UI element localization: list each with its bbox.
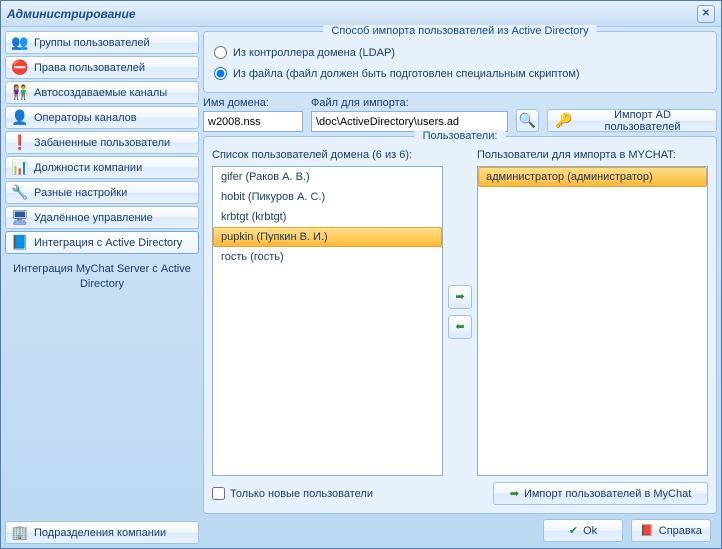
building-icon: 🏢 bbox=[12, 525, 28, 541]
footer-buttons: ✔ Ok 📕 Справка bbox=[543, 519, 711, 542]
radio-file[interactable]: Из файла (файл должен быть подготовлен с… bbox=[212, 63, 708, 84]
wrench-icon: 🔧 bbox=[12, 185, 28, 201]
book-icon: 📕 bbox=[640, 524, 654, 537]
radio-label: Из файла (файл должен быть подготовлен с… bbox=[233, 68, 580, 80]
sidebar-item-autochannels[interactable]: 👫 Автосоздаваемые каналы bbox=[5, 81, 199, 104]
people-icon: 👫 bbox=[12, 85, 28, 101]
sidebar-item-label: Интеграция с Active Directory bbox=[34, 237, 182, 249]
import-users-column: Пользователи для импорта в MYCHAT: админ… bbox=[477, 147, 708, 476]
sidebar-item-ad[interactable]: 📘 Интеграция с Active Directory bbox=[5, 231, 199, 254]
sidebar-item-rights[interactable]: ⛔ Права пользователей bbox=[5, 56, 199, 79]
browse-button[interactable]: 🔍 bbox=[516, 109, 539, 132]
list-item[interactable]: krbtgt (krbtgt) bbox=[213, 207, 442, 227]
sidebar-item-departments[interactable]: 🏢 Подразделения компании bbox=[5, 521, 199, 544]
ok-button[interactable]: ✔ Ok bbox=[543, 519, 623, 542]
sidebar: 👥 Группы пользователей ⛔ Права пользовател… bbox=[5, 31, 199, 544]
main-panel: Способ импорта пользователей из Active D… bbox=[203, 31, 717, 544]
titlebar: Администрирование ✕ bbox=[1, 1, 721, 27]
sidebar-item-label: Подразделения компании bbox=[34, 527, 166, 539]
group-title: Пользователи: bbox=[415, 130, 506, 142]
sidebar-item-label: Должности компании bbox=[34, 162, 142, 174]
arrow-right-icon: ➡ bbox=[455, 290, 464, 303]
group-title: Способ импорта пользователей из Active D… bbox=[323, 25, 596, 37]
sidebar-description: Интеграция MyChat Server с Active Direct… bbox=[5, 256, 199, 299]
sidebar-item-operators[interactable]: 👤 Операторы каналов bbox=[5, 106, 199, 129]
domain-users-list[interactable]: gifer (Раков А. В.)hobit (Пикуров А. С.)… bbox=[212, 166, 443, 476]
radio-ldap-input[interactable] bbox=[214, 46, 227, 59]
fields-row: Имя домена: Файл для импорта: 🔍 🔑 Импорт … bbox=[203, 97, 717, 132]
users-group: Пользователи: Список пользователей домен… bbox=[203, 136, 717, 514]
arrow-column: ➡ ⬅ bbox=[447, 147, 473, 476]
only-new-input[interactable] bbox=[212, 487, 225, 500]
arrow-left-icon: ⬅ bbox=[455, 320, 464, 333]
list-item[interactable]: hobit (Пикуров А. С.) bbox=[213, 187, 442, 207]
sidebar-item-groups[interactable]: 👥 Группы пользователей bbox=[5, 31, 199, 54]
list-title-left: Список пользователей домена (6 из 6): bbox=[212, 147, 443, 163]
button-label: Ok bbox=[583, 525, 597, 537]
monitor-icon: 🖥 bbox=[12, 210, 28, 226]
arrow-right-icon: ➡ bbox=[510, 487, 519, 500]
button-label: Импорт AD пользователей bbox=[577, 109, 708, 133]
sidebar-item-banned[interactable]: ❗ Забаненные пользователи bbox=[5, 131, 199, 154]
import-mychat-button[interactable]: ➡ Импорт пользователей в MyChat bbox=[493, 482, 708, 505]
sidebar-item-label: Автосоздаваемые каналы bbox=[34, 87, 167, 99]
sidebar-item-label: Удалённое управление bbox=[34, 212, 153, 224]
file-input[interactable] bbox=[311, 111, 508, 132]
sidebar-item-label: Группы пользователей bbox=[34, 37, 150, 49]
import-ad-button[interactable]: 🔑 Импорт AD пользователей bbox=[547, 109, 717, 132]
sidebar-item-remote[interactable]: 🖥 Удалённое управление bbox=[5, 206, 199, 229]
help-button[interactable]: 📕 Справка bbox=[631, 519, 711, 542]
sidebar-item-misc[interactable]: 🔧 Разные настройки bbox=[5, 181, 199, 204]
domain-input[interactable] bbox=[203, 111, 303, 132]
check-icon: ✔ bbox=[569, 524, 578, 537]
radio-file-input[interactable] bbox=[214, 67, 227, 80]
users-icon: 👥 bbox=[12, 35, 28, 51]
button-label: Справка bbox=[659, 525, 702, 537]
import-method-group: Способ импорта пользователей из Active D… bbox=[203, 31, 717, 93]
ban-icon: ⛔ bbox=[12, 60, 28, 76]
import-users-list[interactable]: администратор (администратор) bbox=[477, 166, 708, 476]
checkbox-label: Только новые пользователи bbox=[230, 488, 373, 500]
domain-label: Имя домена: bbox=[203, 97, 303, 109]
book-icon: 📘 bbox=[12, 235, 28, 251]
move-right-button[interactable]: ➡ bbox=[448, 285, 472, 309]
sidebar-item-positions[interactable]: 📊 Должности компании bbox=[5, 156, 199, 179]
list-item[interactable]: гость (гость) bbox=[213, 247, 442, 267]
list-title-right: Пользователи для импорта в MYCHAT: bbox=[477, 147, 708, 163]
list-item[interactable]: администратор (администратор) bbox=[478, 167, 707, 187]
operator-icon: 👤 bbox=[12, 110, 28, 126]
move-left-button[interactable]: ⬅ bbox=[448, 315, 472, 339]
sidebar-item-label: Разные настройки bbox=[34, 187, 127, 199]
close-button[interactable]: ✕ bbox=[697, 5, 715, 23]
folder-search-icon: 🔍 bbox=[520, 113, 536, 129]
radio-label: Из контроллера домена (LDAP) bbox=[233, 47, 395, 59]
chart-icon: 📊 bbox=[12, 160, 28, 176]
domain-users-column: Список пользователей домена (6 из 6): gi… bbox=[212, 147, 443, 476]
radio-ldap[interactable]: Из контроллера домена (LDAP) bbox=[212, 42, 708, 63]
sidebar-item-label: Права пользователей bbox=[34, 62, 145, 74]
file-label: Файл для импорта: bbox=[311, 97, 508, 109]
list-item[interactable]: pupkin (Пупкин В. И.) bbox=[213, 227, 442, 247]
window-title: Администрирование bbox=[7, 7, 697, 21]
sidebar-item-label: Забаненные пользователи bbox=[34, 137, 170, 149]
list-item[interactable]: gifer (Раков А. В.) bbox=[213, 167, 442, 187]
admin-window: Администрирование ✕ 👥 Группы пользователе… bbox=[0, 0, 722, 549]
sidebar-item-label: Операторы каналов bbox=[34, 112, 137, 124]
only-new-checkbox[interactable]: Только новые пользователи bbox=[212, 487, 485, 500]
key-icon: 🔑 bbox=[556, 113, 572, 129]
alert-icon: ❗ bbox=[12, 135, 28, 151]
button-label: Импорт пользователей в MyChat bbox=[524, 488, 691, 500]
